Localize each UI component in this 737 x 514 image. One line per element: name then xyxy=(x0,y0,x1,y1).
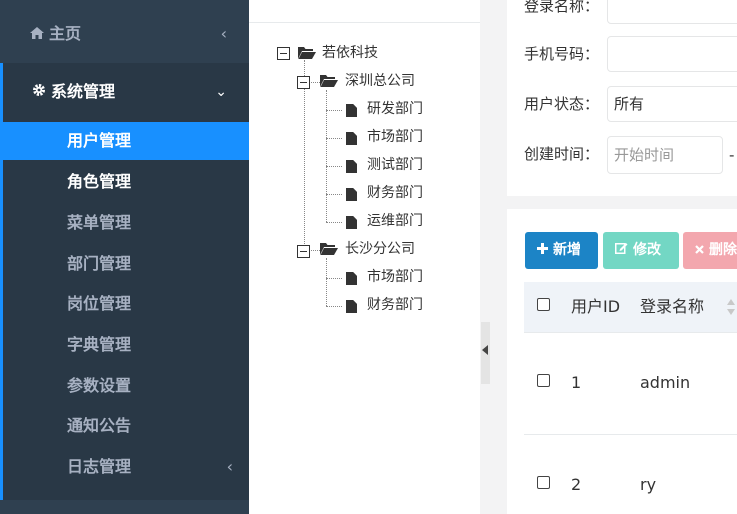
add-button[interactable]: 新增 xyxy=(525,232,598,269)
tree-panel-header xyxy=(249,0,480,23)
sidebar-item-dicts[interactable]: 字典管理 xyxy=(3,326,249,364)
row-checkbox[interactable] xyxy=(537,374,550,387)
table-header-row xyxy=(524,282,737,333)
sidebar-item-label: 字典管理 xyxy=(67,335,132,354)
delete-button-label: 删除 xyxy=(709,242,737,258)
cell-login-name: admin xyxy=(640,373,691,392)
chevron-left-icon: ‹ xyxy=(220,24,227,43)
sidebar-submenu: 用户管理 角色管理 菜单管理 部门管理 岗位管理 字典管理 参数设置 通知公告 … xyxy=(0,122,249,500)
sort-asc-icon[interactable] xyxy=(727,299,735,305)
folder-open-icon xyxy=(320,243,338,255)
tree-node-leaf[interactable]: 研发部门 xyxy=(367,99,423,119)
tree-node-root[interactable]: 若依科技 xyxy=(322,43,378,63)
sidebar-item-label: 角色管理 xyxy=(67,172,132,191)
sidebar-item-posts[interactable]: 岗位管理 xyxy=(3,285,249,323)
tree-node-leaf[interactable]: 财务部门 xyxy=(367,183,423,203)
tree-node-leaf[interactable]: 运维部门 xyxy=(367,211,423,231)
sidebar-item-config[interactable]: 参数设置 xyxy=(3,367,249,405)
chevron-left-icon: ‹ xyxy=(226,457,233,476)
plus-icon xyxy=(537,232,548,269)
sidebar-item-label: 菜单管理 xyxy=(67,213,132,232)
tree-collapse-toggle[interactable] xyxy=(277,47,290,60)
chevron-down-icon: ⌄ xyxy=(215,84,227,100)
date-range-separator: - xyxy=(729,146,735,164)
created-time-label: 创建时间： xyxy=(524,145,600,163)
sidebar-item-label: 系统管理 xyxy=(51,82,116,101)
tree-connector xyxy=(326,278,342,279)
tree-node-branch[interactable]: 长沙分公司 xyxy=(345,239,415,259)
gear-icon xyxy=(32,63,46,121)
row-checkbox[interactable] xyxy=(537,476,550,489)
sidebar-item-depts[interactable]: 部门管理 xyxy=(3,245,249,283)
tree-node-leaf[interactable]: 市场部门 xyxy=(367,267,423,287)
tree-connector xyxy=(326,306,342,307)
content-gap xyxy=(507,196,737,209)
tree-collapse-toggle[interactable] xyxy=(297,76,310,89)
sidebar-item-menus[interactable]: 菜单管理 xyxy=(3,204,249,242)
sort-desc-icon[interactable] xyxy=(727,309,735,315)
sidebar-item-system[interactable]: 系统管理 ⌄ xyxy=(0,63,249,122)
folder-open-icon xyxy=(320,75,338,87)
tree-node-leaf[interactable]: 测试部门 xyxy=(367,155,423,175)
status-label: 用户状态： xyxy=(524,95,600,113)
cell-login-name: ry xyxy=(640,475,657,494)
sidebar-item-logs[interactable]: 日志管理 ‹ xyxy=(3,448,249,486)
edit-button-label: 修改 xyxy=(633,242,661,258)
login-name-label: 登录名称： xyxy=(524,0,600,15)
edit-button[interactable]: 修改 xyxy=(603,232,679,269)
status-select[interactable]: 所有 xyxy=(607,86,737,122)
sidebar-item-users[interactable]: 用户管理 xyxy=(3,122,249,160)
edit-icon xyxy=(615,232,628,269)
column-header-login-name[interactable]: 登录名称 xyxy=(640,282,704,332)
login-name-input[interactable] xyxy=(607,0,737,24)
phone-label: 手机号码： xyxy=(524,45,600,63)
tree-connector xyxy=(326,258,327,306)
sidebar-item-roles[interactable]: 角色管理 xyxy=(3,163,249,201)
sidebar-item-label: 主页 xyxy=(49,24,82,43)
sidebar-item-label: 日志管理 xyxy=(67,457,132,476)
row-divider xyxy=(524,434,737,435)
sidebar-item-label: 参数设置 xyxy=(67,376,132,395)
tree-collapse-toggle[interactable] xyxy=(297,245,310,258)
tree-node-leaf[interactable]: 财务部门 xyxy=(367,295,423,315)
tree-connector xyxy=(326,110,342,111)
sidebar-item-label: 用户管理 xyxy=(67,131,132,150)
tree-connector xyxy=(326,222,342,223)
cell-user-id: 2 xyxy=(571,475,582,494)
sidebar-item-label: 岗位管理 xyxy=(67,294,132,313)
tree-connector xyxy=(326,138,342,139)
layout-splitter xyxy=(480,0,507,514)
start-time-input[interactable]: 开始时间 xyxy=(607,136,723,174)
cell-user-id: 1 xyxy=(571,373,582,392)
phone-input[interactable] xyxy=(607,36,737,72)
tree-node-leaf[interactable]: 市场部门 xyxy=(367,127,423,147)
add-button-label: 新增 xyxy=(553,242,581,258)
home-icon xyxy=(30,0,44,68)
remove-icon xyxy=(695,232,704,269)
tree-connector xyxy=(326,166,342,167)
tree-connector xyxy=(326,194,342,195)
caret-left-icon xyxy=(482,345,488,355)
sidebar-item-home[interactable]: 主页 ‹ xyxy=(0,0,249,63)
sidebar-item-label: 通知公告 xyxy=(67,416,132,435)
column-header-user-id[interactable]: 用户ID xyxy=(571,282,620,332)
sidebar-item-label: 部门管理 xyxy=(67,254,132,273)
delete-button[interactable]: 删除 xyxy=(683,232,737,269)
folder-open-icon xyxy=(298,47,316,59)
select-all-checkbox[interactable] xyxy=(537,298,550,311)
sidebar-item-notice[interactable]: 通知公告 xyxy=(3,407,249,445)
tree-node-branch[interactable]: 深圳总公司 xyxy=(345,71,415,91)
